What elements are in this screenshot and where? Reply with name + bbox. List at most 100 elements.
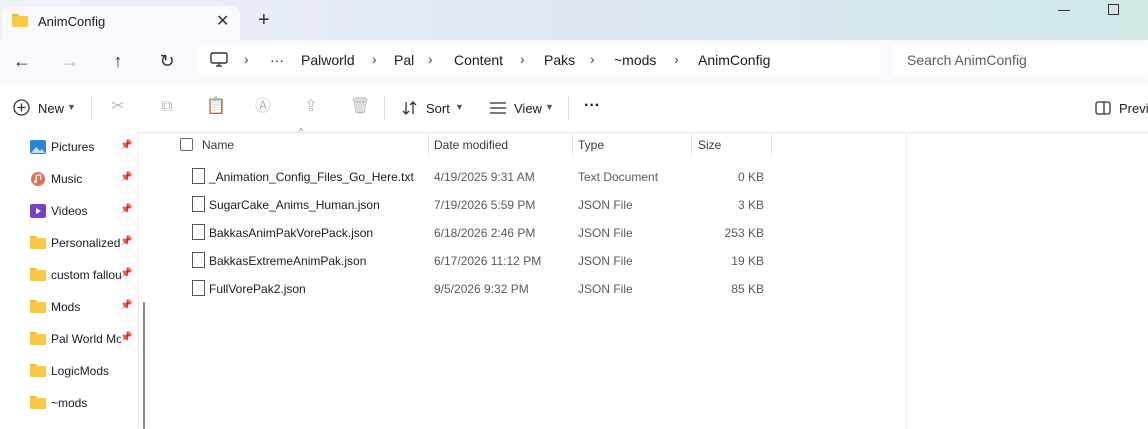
chevron-right-icon: ›: [590, 51, 595, 67]
file-date: 4/19/2025 9:31 AM: [434, 170, 535, 184]
table-row[interactable]: BakkasExtremeAnimPak.json 6/17/2026 11:1…: [152, 246, 772, 274]
forward-button[interactable]: →: [58, 50, 82, 72]
new-tab-button[interactable]: +: [258, 9, 270, 32]
file-date: 6/18/2026 2:46 PM: [434, 226, 536, 240]
column-divider[interactable]: [771, 132, 772, 156]
new-button[interactable]: New: [38, 101, 64, 116]
column-divider[interactable]: [428, 132, 429, 156]
minimize-icon[interactable]: [1058, 10, 1070, 11]
sort-icon: [402, 101, 417, 115]
pin-icon: 📌: [120, 332, 133, 343]
sidebar-item-music[interactable]: Music 📌: [0, 164, 138, 196]
file-size: 19 KB: [731, 254, 764, 268]
breadcrumb-pal[interactable]: Pal: [394, 52, 414, 68]
refresh-button[interactable]: ↻: [155, 50, 179, 72]
search-input[interactable]: Search AnimConfig: [892, 44, 1148, 76]
breadcrumb-more[interactable]: ···: [270, 52, 284, 68]
pin-icon: 📌: [120, 140, 133, 151]
close-tab-icon[interactable]: ✕: [216, 11, 229, 31]
file-size: 253 KB: [724, 226, 764, 240]
pin-icon: 📌: [120, 236, 133, 247]
toolbar-divider: [91, 96, 92, 120]
breadcrumb-animconfig[interactable]: AnimConfig: [698, 52, 770, 68]
preview-button[interactable]: Previ: [1119, 101, 1148, 116]
breadcrumb-content[interactable]: Content: [454, 52, 503, 68]
delete-icon[interactable]: 🗑: [350, 98, 370, 116]
table-row[interactable]: FullVorePak2.json 9/5/2026 9:32 PM JSON …: [152, 274, 772, 302]
sidebar-item-label: Pictures: [51, 140, 95, 154]
tab-animconfig[interactable]: AnimConfig ✕: [2, 6, 240, 40]
chevron-right-icon: ›: [674, 51, 679, 67]
maximize-icon[interactable]: [1108, 4, 1119, 15]
pin-icon: 📌: [120, 268, 133, 279]
command-bar: New ▼ ✂ ⧉ 📋 Ⓐ ⇪ 🗑 Sort ▼ View ▼ ··· Prev…: [0, 84, 1148, 133]
sort-button[interactable]: Sort: [426, 101, 450, 116]
sidebar-item-mods[interactable]: Mods 📌: [0, 292, 138, 324]
column-divider[interactable]: [572, 132, 573, 156]
folder-icon: [30, 268, 46, 282]
json-file-icon: [192, 252, 205, 268]
chevron-down-icon: ▼: [455, 102, 464, 112]
sidebar-item-label: Pal World Mods: [51, 332, 121, 346]
chevron-down-icon: ▼: [545, 102, 554, 112]
pin-icon: 📌: [120, 204, 133, 215]
file-name: BakkasExtremeAnimPak.json: [209, 254, 367, 268]
file-name: _Animation_Config_Files_Go_Here.txt: [209, 170, 414, 184]
folder-icon: [30, 300, 46, 314]
column-header-type[interactable]: Type: [578, 132, 688, 159]
sidebar-item-custom-fallout[interactable]: custom fallout 📌: [0, 260, 138, 292]
navigation-pane: Pictures 📌 Music 📌 Videos 📌 Personalized…: [0, 132, 139, 429]
sidebar-item-logicmods[interactable]: LogicMods: [0, 356, 138, 388]
file-date: 9/5/2026 9:32 PM: [434, 282, 529, 296]
folder-icon: [30, 332, 46, 346]
table-row[interactable]: _Animation_Config_Files_Go_Here.txt 4/19…: [152, 162, 772, 190]
rename-icon[interactable]: Ⓐ: [254, 98, 272, 116]
share-icon[interactable]: ⇪: [302, 98, 320, 116]
file-type: JSON File: [578, 226, 633, 240]
chevron-right-icon: ›: [244, 51, 249, 67]
view-icon: [490, 102, 506, 114]
title-bar: AnimConfig ✕ +: [0, 0, 1148, 40]
folder-icon: [30, 396, 46, 410]
sidebar-item-pal-world-mods[interactable]: Pal World Mods 📌: [0, 324, 138, 356]
json-file-icon: [192, 280, 205, 296]
breadcrumb[interactable]: › ··· Palworld › Pal › Content › Paks › …: [198, 44, 880, 76]
search-placeholder: Search AnimConfig: [907, 52, 1027, 68]
chevron-right-icon: ›: [520, 51, 525, 67]
breadcrumb-mods[interactable]: ~mods: [614, 52, 656, 68]
pictures-icon: [30, 140, 46, 154]
column-header-date[interactable]: Date modified: [434, 132, 574, 159]
breadcrumb-palworld[interactable]: Palworld: [301, 52, 355, 68]
sidebar-scrollbar[interactable]: [143, 302, 145, 429]
sidebar-item-label: Videos: [51, 204, 88, 218]
file-type: Text Document: [578, 170, 659, 184]
file-name: FullVorePak2.json: [209, 282, 306, 296]
copy-icon[interactable]: ⧉: [158, 98, 176, 116]
videos-icon: [30, 204, 46, 218]
column-header-name[interactable]: Name: [202, 132, 426, 159]
file-type: JSON File: [578, 282, 633, 296]
address-bar: ← → ↑ ↻ › ··· Palworld › Pal › Content ›…: [0, 40, 1148, 84]
sidebar-item-videos[interactable]: Videos 📌: [0, 196, 138, 228]
more-options-button[interactable]: ···: [584, 97, 600, 115]
up-button[interactable]: ↑: [106, 50, 130, 72]
select-all-checkbox[interactable]: [180, 132, 194, 159]
preview-pane-icon: [1095, 101, 1111, 115]
column-divider[interactable]: [691, 132, 692, 156]
text-file-icon: [192, 168, 205, 184]
sidebar-item-personalized[interactable]: Personalized 📌: [0, 228, 138, 260]
view-button[interactable]: View: [514, 101, 542, 116]
json-file-icon: [192, 224, 205, 240]
sidebar-item-pictures[interactable]: Pictures 📌: [0, 132, 138, 164]
paste-icon[interactable]: 📋: [206, 98, 226, 116]
file-date: 7/19/2026 5:59 PM: [434, 198, 536, 212]
toolbar-divider: [568, 96, 569, 120]
table-row[interactable]: SugarCake_Anims_Human.json 7/19/2026 5:5…: [152, 190, 772, 218]
back-button[interactable]: ←: [10, 50, 34, 72]
table-row[interactable]: BakkasAnimPakVorePack.json 6/18/2026 2:4…: [152, 218, 772, 246]
breadcrumb-paks[interactable]: Paks: [544, 52, 575, 68]
cut-icon[interactable]: ✂: [109, 98, 127, 116]
column-header-size[interactable]: Size: [698, 132, 768, 159]
new-icon: [13, 99, 30, 116]
sidebar-item-tilde-mods[interactable]: ~mods: [0, 388, 138, 420]
